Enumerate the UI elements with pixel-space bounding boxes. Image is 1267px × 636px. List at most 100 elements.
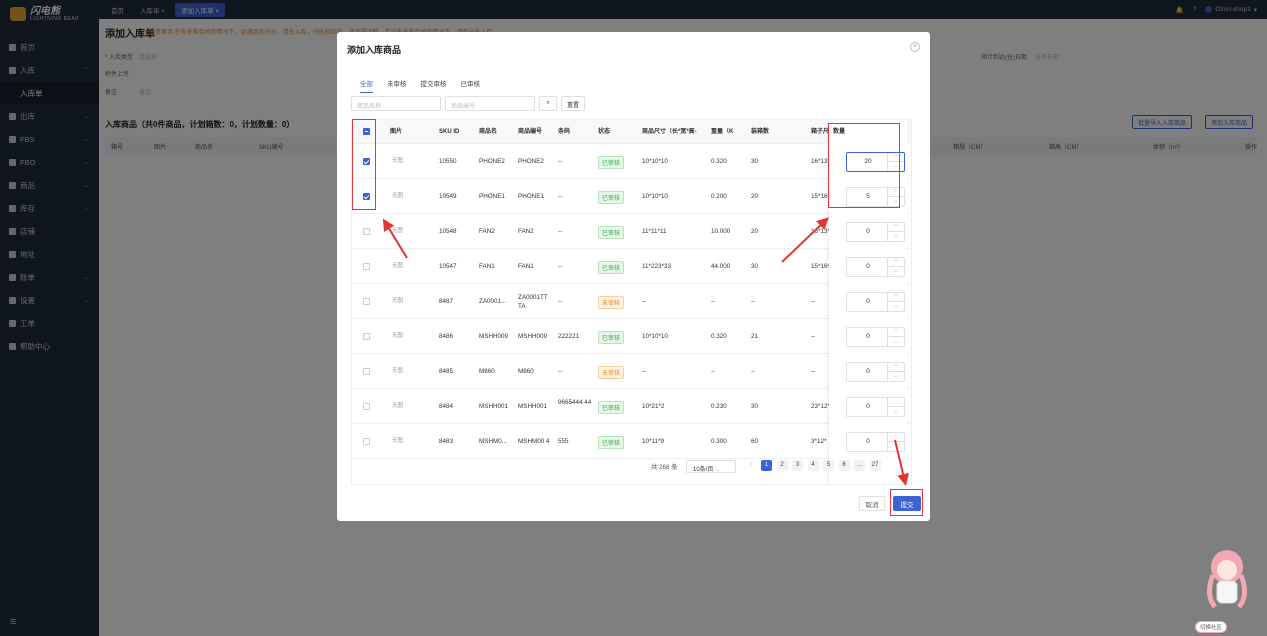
sku-id: 8483 [439,438,454,445]
chevron-down-icon[interactable]: ⌄ [888,442,904,451]
chevron-down-icon[interactable]: ⌄ [888,232,904,241]
box-size: -- [811,333,816,340]
quantity-stepper[interactable]: 0 ⌃ ⌄ [846,327,905,347]
quantity-stepper[interactable]: 0 ⌃ ⌄ [846,292,905,312]
quantity-stepper[interactable]: 0 ⌃ ⌄ [846,362,905,382]
annotation-box-checkboxes [352,119,376,210]
col-name: 商品名 [479,129,498,135]
barcode: -- [558,368,563,375]
no-image-placeholder: 无图 [392,333,404,339]
status-badge: 已审核 [598,401,625,414]
chevron-up-icon[interactable]: ⌃ [888,328,904,337]
cancel-button[interactable]: 取消 [859,496,885,511]
chevron-up-icon[interactable]: ⌃ [888,398,904,407]
page-size-select[interactable]: 10条/页 ⌄ [686,460,736,473]
sku-id: 10547 [439,263,457,270]
name-search-input[interactable]: 商品名称 [351,96,441,111]
weight: 0.320 [711,158,727,165]
quantity-stepper[interactable]: 0 ⌃ ⌄ [846,222,905,242]
more-pages-icon[interactable]: ... [854,460,865,471]
product-code: ZA0001TT TA [518,294,548,310]
box-count: 21 [751,333,759,340]
search-icon: ⌕ [546,100,550,106]
row-checkbox[interactable] [363,438,370,445]
chevron-down-icon[interactable]: ⌄ [888,407,904,416]
chevron-up-icon[interactable]: ⌃ [888,223,904,232]
page-button[interactable]: 4 [807,460,819,471]
chevron-up-icon[interactable]: ⌃ [888,293,904,302]
quantity-value[interactable]: 0 [847,368,889,375]
quantity-value[interactable]: 0 [847,298,889,305]
product-code: M860 [518,368,534,375]
col-barcode: 条码 [558,129,571,135]
search-button[interactable]: ⌕ [539,96,557,111]
weight: -- [711,368,716,375]
chevron-down-icon[interactable]: ⌄ [888,372,904,381]
no-image-placeholder: 无图 [392,438,404,444]
quantity-stepper[interactable]: 0 ⌃ ⌄ [846,257,905,277]
box-count: -- [751,298,756,305]
chevron-down-icon[interactable]: ⌄ [888,337,904,346]
row-checkbox[interactable] [363,333,370,340]
weight: 0.200 [711,193,727,200]
no-image-placeholder: 无图 [392,193,404,199]
chevron-down-icon[interactable]: ⌄ [888,267,904,276]
row-checkbox[interactable] [363,403,370,410]
no-image-placeholder: 无图 [392,228,404,234]
product-name: M860 [479,368,495,375]
chevron-up-icon[interactable]: ⌃ [888,258,904,267]
barcode: -- [558,228,563,235]
page-button[interactable]: 5 [823,460,834,471]
table-row: 无图 10548 FAN2 FAN2 -- 已审核 11*11*11 10.000 20 16*1… [352,214,911,249]
barcode: 555 [558,438,569,445]
page-button[interactable]: 27 [869,460,881,471]
box-count: 30 [751,403,759,410]
chevron-up-icon[interactable]: ⌃ [888,363,904,372]
chevron-down-icon[interactable]: ⌄ [888,302,904,311]
prev-page-icon[interactable]: ‹ [746,460,757,471]
product-size: -- [642,368,647,375]
quantity-value[interactable]: 0 [847,228,889,235]
product-code: FAN2 [518,228,534,235]
box-size: 15*16* [811,263,830,270]
barcode: 222221 [558,333,580,340]
row-checkbox[interactable] [363,298,370,305]
row-checkbox[interactable] [363,368,370,375]
table-row: 无图 10547 FAN1 FAN1 -- 已审核 11*223*33 44.000 30 15*… [352,249,911,284]
mascot-widget[interactable]: 切换社区 [1195,545,1260,633]
box-count: 20 [751,228,759,235]
product-size: 10*10*10 [642,193,668,200]
col-status: 状态 [598,129,611,135]
row-checkbox[interactable] [363,228,370,235]
status-badge: 已审核 [598,156,625,169]
chevron-up-icon[interactable]: ⌃ [888,433,904,442]
box-size: 23*12* [811,403,830,410]
page-button[interactable]: 2 [776,460,788,471]
status-badge: 已审核 [598,331,625,344]
tab-reviewed[interactable]: 已审核 [461,78,481,93]
box-size: -- [811,368,816,375]
quantity-value[interactable]: 0 [847,438,889,445]
quantity-value[interactable]: 0 [847,403,889,410]
table-row: 无图 8485 M860 M860 -- 未审核 -- -- -- -- [352,354,911,389]
quantity-stepper[interactable]: 0 ⌃ ⌄ [846,397,905,417]
annotation-box-submit [890,489,923,516]
weight: 10.000 [711,228,731,235]
col-sku-id: SKU ID [439,129,460,135]
tab-submitted[interactable]: 提交审核 [421,78,447,93]
page-button[interactable]: 3 [792,460,803,471]
reset-button[interactable]: 重置 [561,96,586,111]
quantity-value[interactable]: 0 [847,263,889,270]
close-icon[interactable]: × [910,42,920,52]
page-button[interactable]: 6 [838,460,850,471]
quantity-stepper[interactable]: 0 ⌃ ⌄ [846,432,905,452]
product-name: FAN1 [479,263,495,270]
row-checkbox[interactable] [363,263,370,270]
tab-unreviewed[interactable]: 未审核 [387,78,407,93]
quantity-value[interactable]: 0 [847,333,889,340]
page-button[interactable]: 1 [761,460,772,471]
code-search-input[interactable]: 商品编号 [445,96,535,111]
product-name: MSHH009 [479,333,509,340]
product-name: PHONE1 [479,193,505,200]
tab-all[interactable]: 全部 [360,78,373,93]
